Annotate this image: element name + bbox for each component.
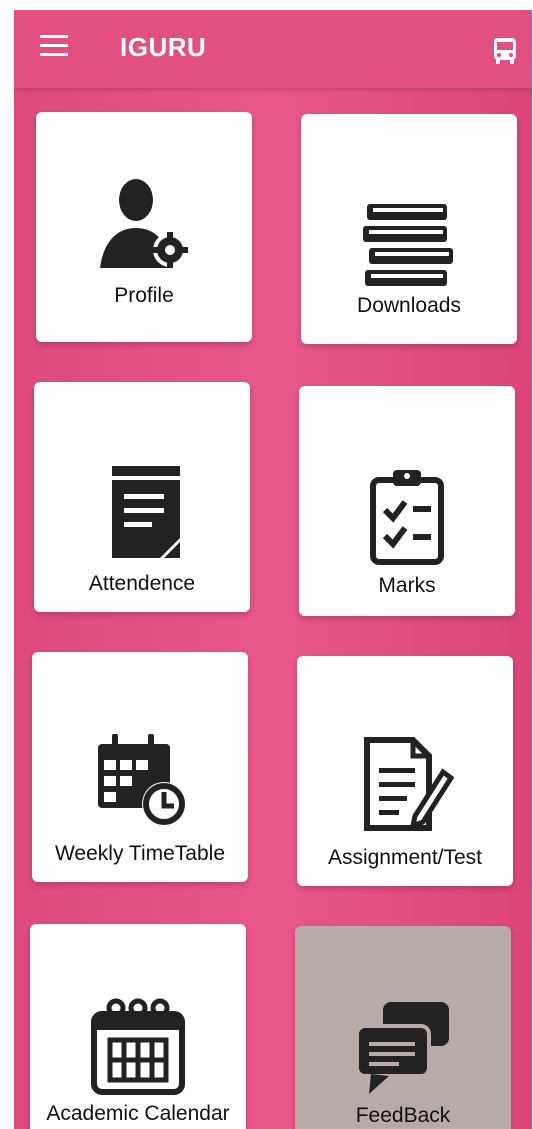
document-pen-icon	[364, 737, 455, 831]
notepad-icon	[112, 466, 180, 558]
calendar-icon	[91, 998, 185, 1095]
tile-feedback[interactable]: FeedBack	[295, 926, 511, 1129]
menu-icon	[40, 35, 68, 56]
tile-label: Weekly TimeTable	[54, 842, 225, 865]
tile-label: Downloads	[357, 294, 461, 317]
home-screen: IGURU Profile Downloads Attendence Marks…	[14, 10, 532, 1129]
books-icon	[363, 204, 453, 286]
app-bar: IGURU	[14, 10, 532, 88]
tile-label: FeedBack	[355, 1104, 451, 1127]
tile-label: Academic Calendar	[46, 1102, 230, 1125]
tile-label: Marks	[378, 574, 436, 597]
tile-assignment-test[interactable]: Assignment/Test	[297, 656, 513, 886]
tile-academic-calendar[interactable]: Academic Calendar	[30, 924, 246, 1129]
tile-label: Profile	[114, 284, 174, 307]
bus-icon	[494, 38, 516, 64]
calendar-clock-icon	[98, 734, 186, 826]
tile-downloads[interactable]: Downloads	[301, 114, 517, 344]
app-title: IGURU	[120, 32, 207, 62]
tile-weekly-timetable[interactable]: Weekly TimeTable	[32, 652, 248, 882]
bus-button[interactable]	[490, 36, 520, 66]
checklist-clipboard-icon	[370, 470, 444, 565]
tile-attendence[interactable]: Attendence	[34, 382, 250, 612]
tile-profile[interactable]: Profile	[36, 112, 252, 342]
tile-marks[interactable]: Marks	[299, 386, 515, 616]
menu-button[interactable]	[34, 32, 74, 62]
tile-label: Attendence	[88, 572, 196, 595]
profile-settings-icon	[100, 179, 188, 268]
chat-bubbles-icon	[355, 1002, 449, 1094]
tile-label: Assignment/Test	[327, 846, 483, 869]
